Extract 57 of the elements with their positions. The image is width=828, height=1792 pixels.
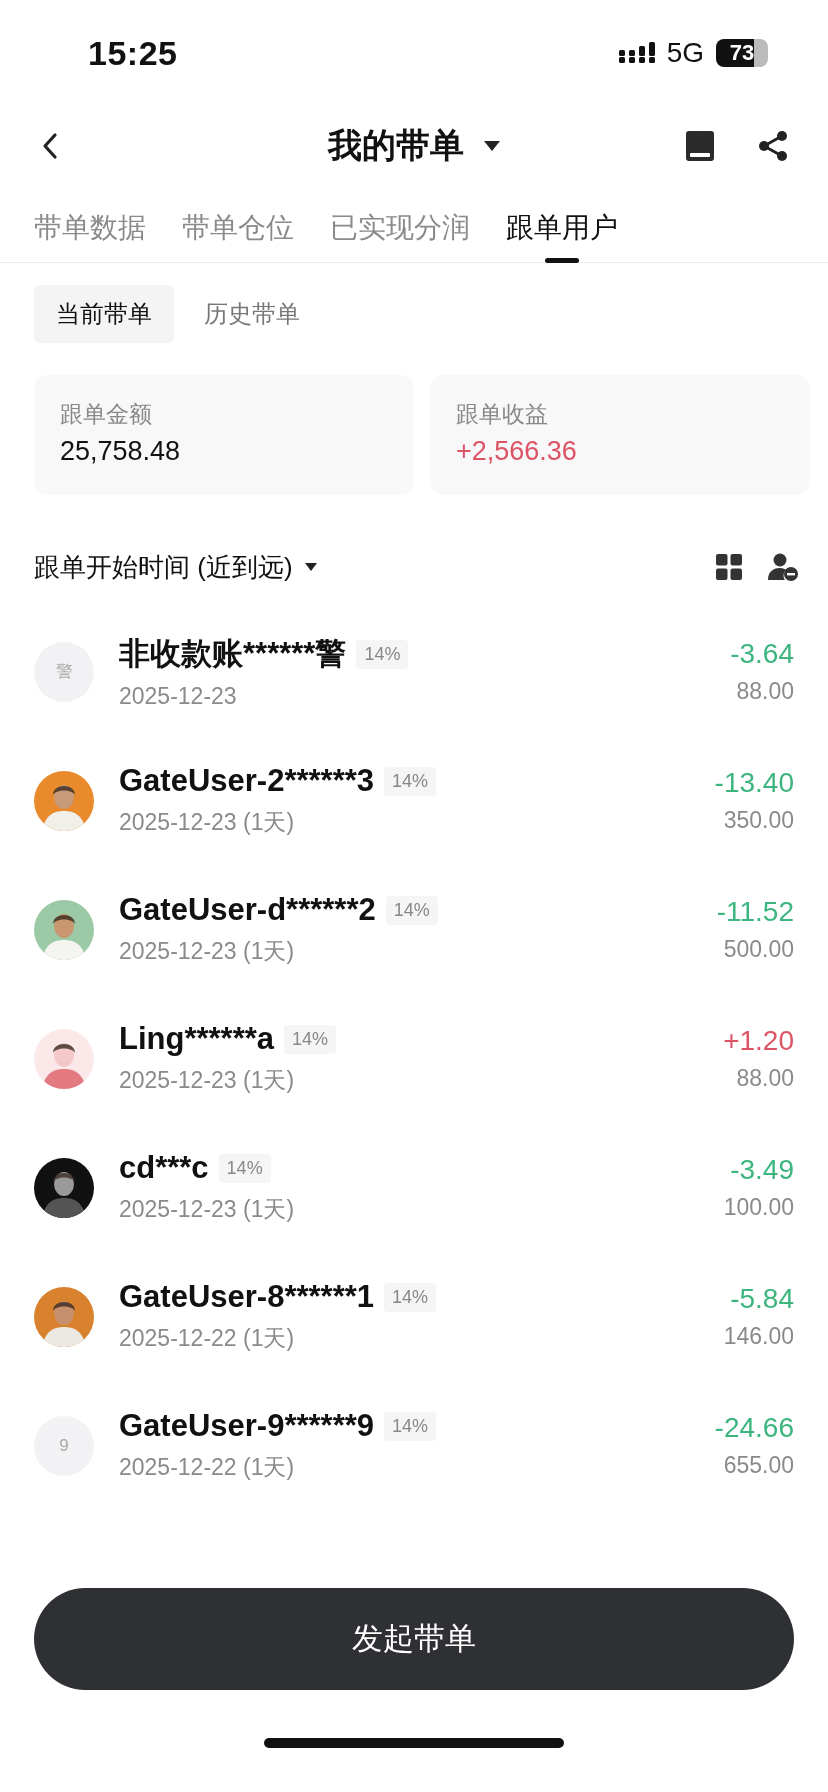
page-title[interactable]: 我的带单 <box>328 123 464 169</box>
stat-value: +2,566.36 <box>456 436 578 467</box>
profit-value: -5.84 <box>729 1283 794 1315</box>
follow-amount: 500.00 <box>722 936 794 963</box>
dropdown-caret-icon[interactable] <box>304 563 317 571</box>
follow-date: 2025-12-22 (1天) <box>119 1453 296 1482</box>
grid-view-icon[interactable] <box>716 554 742 580</box>
stat-value: 25,758.48 <box>60 436 182 467</box>
profit-value: -24.66 <box>714 1412 794 1444</box>
follow-date: 2025-12-23 (1天) <box>119 808 296 837</box>
share-badge: 14% <box>356 639 409 669</box>
avatar-initial: 警 <box>55 661 73 683</box>
user-name: GateUser-9******9 <box>119 1408 375 1444</box>
share-badge: 14% <box>384 1282 437 1312</box>
user-name: GateUser-8******1 <box>119 1279 375 1315</box>
follow-amount: 146.00 <box>723 1323 794 1350</box>
clock-time: 15:25 <box>88 33 178 73</box>
user-name: cd***c <box>119 1150 209 1186</box>
stat-label: 跟单金额 <box>60 400 153 429</box>
user-name: Ling******a <box>119 1021 275 1057</box>
sort-dropdown[interactable]: 跟单开始时间 (近到远) <box>34 549 293 585</box>
share-badge: 14% <box>218 1153 271 1183</box>
profit-value: -11.52 <box>716 896 794 928</box>
battery-percent: 73 <box>729 40 755 66</box>
share-badge: 14% <box>284 1024 337 1054</box>
stat-label: 跟单收益 <box>456 400 549 429</box>
segment-tab[interactable]: 历史带单 <box>182 285 322 343</box>
follow-date: 2025-12-22 (1天) <box>119 1324 296 1353</box>
follow-amount: 100.00 <box>723 1194 794 1221</box>
follow-date: 2025-12-23 (1天) <box>119 1195 296 1224</box>
dropdown-caret-icon[interactable] <box>484 141 500 151</box>
tab[interactable]: 跟单用户 <box>506 199 618 263</box>
share-badge: 14% <box>384 766 437 796</box>
follow-amount: 88.00 <box>735 1065 794 1092</box>
profit-value: +1.20 <box>723 1025 794 1057</box>
follow-amount: 88.00 <box>735 678 794 705</box>
network-label: 5G <box>666 37 704 69</box>
segment-tab[interactable]: 当前带单 <box>34 285 174 343</box>
follow-amount: 350.00 <box>722 807 794 834</box>
follow-date: 2025-12-23 (1天) <box>119 1066 296 1095</box>
share-icon[interactable] <box>758 131 788 161</box>
share-badge: 14% <box>385 895 438 925</box>
remove-user-icon[interactable] <box>768 553 798 581</box>
user-name: GateUser-2******3 <box>119 763 375 799</box>
start-button[interactable]: 发起带单 <box>34 1588 794 1690</box>
share-badge: 14% <box>384 1411 437 1441</box>
signal-icon <box>618 42 655 64</box>
user-name: GateUser-d******2 <box>119 892 376 928</box>
follow-amount: 655.00 <box>722 1452 794 1479</box>
user-name: 非收款账******警 <box>119 635 347 673</box>
profit-value: -3.64 <box>730 638 794 670</box>
follow-date: 2025-12-23 <box>119 683 238 710</box>
book-icon[interactable] <box>686 131 714 161</box>
profit-value: -13.40 <box>714 767 794 799</box>
follow-date: 2025-12-23 (1天) <box>119 937 296 966</box>
profit-value: -3.49 <box>729 1154 794 1186</box>
avatar-initial: 9 <box>59 1435 69 1456</box>
